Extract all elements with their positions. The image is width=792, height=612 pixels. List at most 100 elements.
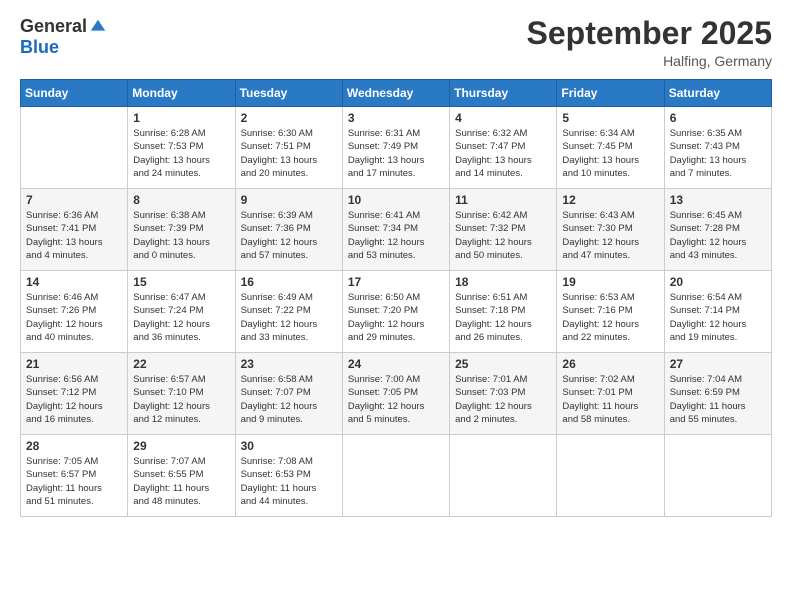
day-info: Sunrise: 7:02 AM Sunset: 7:01 PM Dayligh… — [562, 373, 658, 426]
day-info: Sunrise: 6:51 AM Sunset: 7:18 PM Dayligh… — [455, 291, 551, 344]
day-number: 10 — [348, 193, 444, 207]
calendar-cell — [450, 435, 557, 517]
day-number: 28 — [26, 439, 122, 453]
col-header-friday: Friday — [557, 80, 664, 107]
day-info: Sunrise: 6:46 AM Sunset: 7:26 PM Dayligh… — [26, 291, 122, 344]
day-info: Sunrise: 6:39 AM Sunset: 7:36 PM Dayligh… — [241, 209, 337, 262]
day-info: Sunrise: 7:05 AM Sunset: 6:57 PM Dayligh… — [26, 455, 122, 508]
calendar-cell: 10 Sunrise: 6:41 AM Sunset: 7:34 PM Dayli… — [342, 189, 449, 271]
day-number: 1 — [133, 111, 229, 125]
day-number: 14 — [26, 275, 122, 289]
day-number: 6 — [670, 111, 766, 125]
day-number: 19 — [562, 275, 658, 289]
day-info: Sunrise: 6:58 AM Sunset: 7:07 PM Dayligh… — [241, 373, 337, 426]
day-info: Sunrise: 7:00 AM Sunset: 7:05 PM Dayligh… — [348, 373, 444, 426]
calendar-cell: 3Sunrise: 6:31 AM Sunset: 7:49 PM Daylig… — [342, 107, 449, 189]
day-info: Sunrise: 6:53 AM Sunset: 7:16 PM Dayligh… — [562, 291, 658, 344]
calendar-header-row: SundayMondayTuesdayWednesdayThursdayFrid… — [21, 80, 772, 107]
day-number: 12 — [562, 193, 658, 207]
day-number: 3 — [348, 111, 444, 125]
day-info: Sunrise: 6:47 AM Sunset: 7:24 PM Dayligh… — [133, 291, 229, 344]
day-number: 9 — [241, 193, 337, 207]
day-info: Sunrise: 7:01 AM Sunset: 7:03 PM Dayligh… — [455, 373, 551, 426]
day-number: 17 — [348, 275, 444, 289]
day-info: Sunrise: 6:38 AM Sunset: 7:39 PM Dayligh… — [133, 209, 229, 262]
calendar-cell: 18Sunrise: 6:51 AM Sunset: 7:18 PM Dayli… — [450, 271, 557, 353]
location: Halfing, Germany — [527, 53, 772, 69]
calendar-cell: 2Sunrise: 6:30 AM Sunset: 7:51 PM Daylig… — [235, 107, 342, 189]
day-info: Sunrise: 6:45 AM Sunset: 7:28 PM Dayligh… — [670, 209, 766, 262]
calendar-table: SundayMondayTuesdayWednesdayThursdayFrid… — [20, 79, 772, 517]
calendar-cell: 17 Sunrise: 6:50 AM Sunset: 7:20 PM Dayli… — [342, 271, 449, 353]
logo-text: General — [20, 16, 107, 37]
calendar-cell: 9 Sunrise: 6:39 AM Sunset: 7:36 PM Daylig… — [235, 189, 342, 271]
calendar-cell: 21 Sunrise: 6:56 AM Sunset: 7:12 PM Dayli… — [21, 353, 128, 435]
calendar-week-row: 14 Sunrise: 6:46 AM Sunset: 7:26 PM Dayli… — [21, 271, 772, 353]
calendar-cell — [21, 107, 128, 189]
logo-blue-text: Blue — [20, 37, 59, 57]
day-number: 15 — [133, 275, 229, 289]
calendar-week-row: 1Sunrise: 6:28 AM Sunset: 7:53 PM Daylig… — [21, 107, 772, 189]
day-number: 4 — [455, 111, 551, 125]
calendar-cell: 6Sunrise: 6:35 AM Sunset: 7:43 PM Daylig… — [664, 107, 771, 189]
col-header-wednesday: Wednesday — [342, 80, 449, 107]
calendar-cell: 25 Sunrise: 7:01 AM Sunset: 7:03 PM Dayli… — [450, 353, 557, 435]
logo: General Blue — [20, 16, 107, 58]
day-number: 30 — [241, 439, 337, 453]
col-header-monday: Monday — [128, 80, 235, 107]
day-info: Sunrise: 7:07 AM Sunset: 6:55 PM Dayligh… — [133, 455, 229, 508]
col-header-saturday: Saturday — [664, 80, 771, 107]
calendar-cell: 22Sunrise: 6:57 AM Sunset: 7:10 PM Dayli… — [128, 353, 235, 435]
day-info: Sunrise: 6:30 AM Sunset: 7:51 PM Dayligh… — [241, 127, 337, 180]
day-info: Sunrise: 6:57 AM Sunset: 7:10 PM Dayligh… — [133, 373, 229, 426]
calendar-cell: 20 Sunrise: 6:54 AM Sunset: 7:14 PM Dayli… — [664, 271, 771, 353]
calendar-cell: 8Sunrise: 6:38 AM Sunset: 7:39 PM Daylig… — [128, 189, 235, 271]
calendar-cell: 15 Sunrise: 6:47 AM Sunset: 7:24 PM Dayli… — [128, 271, 235, 353]
calendar-cell: 29Sunrise: 7:07 AM Sunset: 6:55 PM Dayli… — [128, 435, 235, 517]
calendar-cell: 26 Sunrise: 7:02 AM Sunset: 7:01 PM Dayli… — [557, 353, 664, 435]
day-info: Sunrise: 7:04 AM Sunset: 6:59 PM Dayligh… — [670, 373, 766, 426]
day-number: 26 — [562, 357, 658, 371]
day-number: 7 — [26, 193, 122, 207]
calendar-cell: 24 Sunrise: 7:00 AM Sunset: 7:05 PM Dayli… — [342, 353, 449, 435]
day-info: Sunrise: 6:54 AM Sunset: 7:14 PM Dayligh… — [670, 291, 766, 344]
day-info: Sunrise: 6:36 AM Sunset: 7:41 PM Dayligh… — [26, 209, 122, 262]
calendar-cell — [342, 435, 449, 517]
calendar-cell: 30 Sunrise: 7:08 AM Sunset: 6:53 PM Dayli… — [235, 435, 342, 517]
calendar-cell: 7 Sunrise: 6:36 AM Sunset: 7:41 PM Daylig… — [21, 189, 128, 271]
calendar-week-row: 28 Sunrise: 7:05 AM Sunset: 6:57 PM Dayli… — [21, 435, 772, 517]
page: General Blue September 2025 Halfing, Ger… — [0, 0, 792, 612]
day-info: Sunrise: 7:08 AM Sunset: 6:53 PM Dayligh… — [241, 455, 337, 508]
day-number: 13 — [670, 193, 766, 207]
col-header-sunday: Sunday — [21, 80, 128, 107]
calendar-cell: 5 Sunrise: 6:34 AM Sunset: 7:45 PM Daylig… — [557, 107, 664, 189]
day-number: 24 — [348, 357, 444, 371]
calendar-cell: 14 Sunrise: 6:46 AM Sunset: 7:26 PM Dayli… — [21, 271, 128, 353]
day-number: 5 — [562, 111, 658, 125]
calendar-cell — [664, 435, 771, 517]
day-number: 25 — [455, 357, 551, 371]
calendar-cell: 27 Sunrise: 7:04 AM Sunset: 6:59 PM Dayli… — [664, 353, 771, 435]
calendar-cell: 13 Sunrise: 6:45 AM Sunset: 7:28 PM Dayli… — [664, 189, 771, 271]
calendar-cell: 16 Sunrise: 6:49 AM Sunset: 7:22 PM Dayli… — [235, 271, 342, 353]
day-info: Sunrise: 6:41 AM Sunset: 7:34 PM Dayligh… — [348, 209, 444, 262]
day-info: Sunrise: 6:56 AM Sunset: 7:12 PM Dayligh… — [26, 373, 122, 426]
day-info: Sunrise: 6:50 AM Sunset: 7:20 PM Dayligh… — [348, 291, 444, 344]
day-number: 20 — [670, 275, 766, 289]
calendar-cell: 4Sunrise: 6:32 AM Sunset: 7:47 PM Daylig… — [450, 107, 557, 189]
day-info: Sunrise: 6:34 AM Sunset: 7:45 PM Dayligh… — [562, 127, 658, 180]
day-number: 21 — [26, 357, 122, 371]
logo-general-text: General — [20, 16, 87, 37]
logo-icon — [89, 18, 107, 36]
calendar-week-row: 21 Sunrise: 6:56 AM Sunset: 7:12 PM Dayli… — [21, 353, 772, 435]
day-info: Sunrise: 6:49 AM Sunset: 7:22 PM Dayligh… — [241, 291, 337, 344]
calendar-cell: 1Sunrise: 6:28 AM Sunset: 7:53 PM Daylig… — [128, 107, 235, 189]
calendar-week-row: 7 Sunrise: 6:36 AM Sunset: 7:41 PM Daylig… — [21, 189, 772, 271]
calendar-cell: 23 Sunrise: 6:58 AM Sunset: 7:07 PM Dayli… — [235, 353, 342, 435]
day-number: 16 — [241, 275, 337, 289]
day-number: 23 — [241, 357, 337, 371]
day-number: 27 — [670, 357, 766, 371]
day-number: 11 — [455, 193, 551, 207]
col-header-tuesday: Tuesday — [235, 80, 342, 107]
day-info: Sunrise: 6:42 AM Sunset: 7:32 PM Dayligh… — [455, 209, 551, 262]
